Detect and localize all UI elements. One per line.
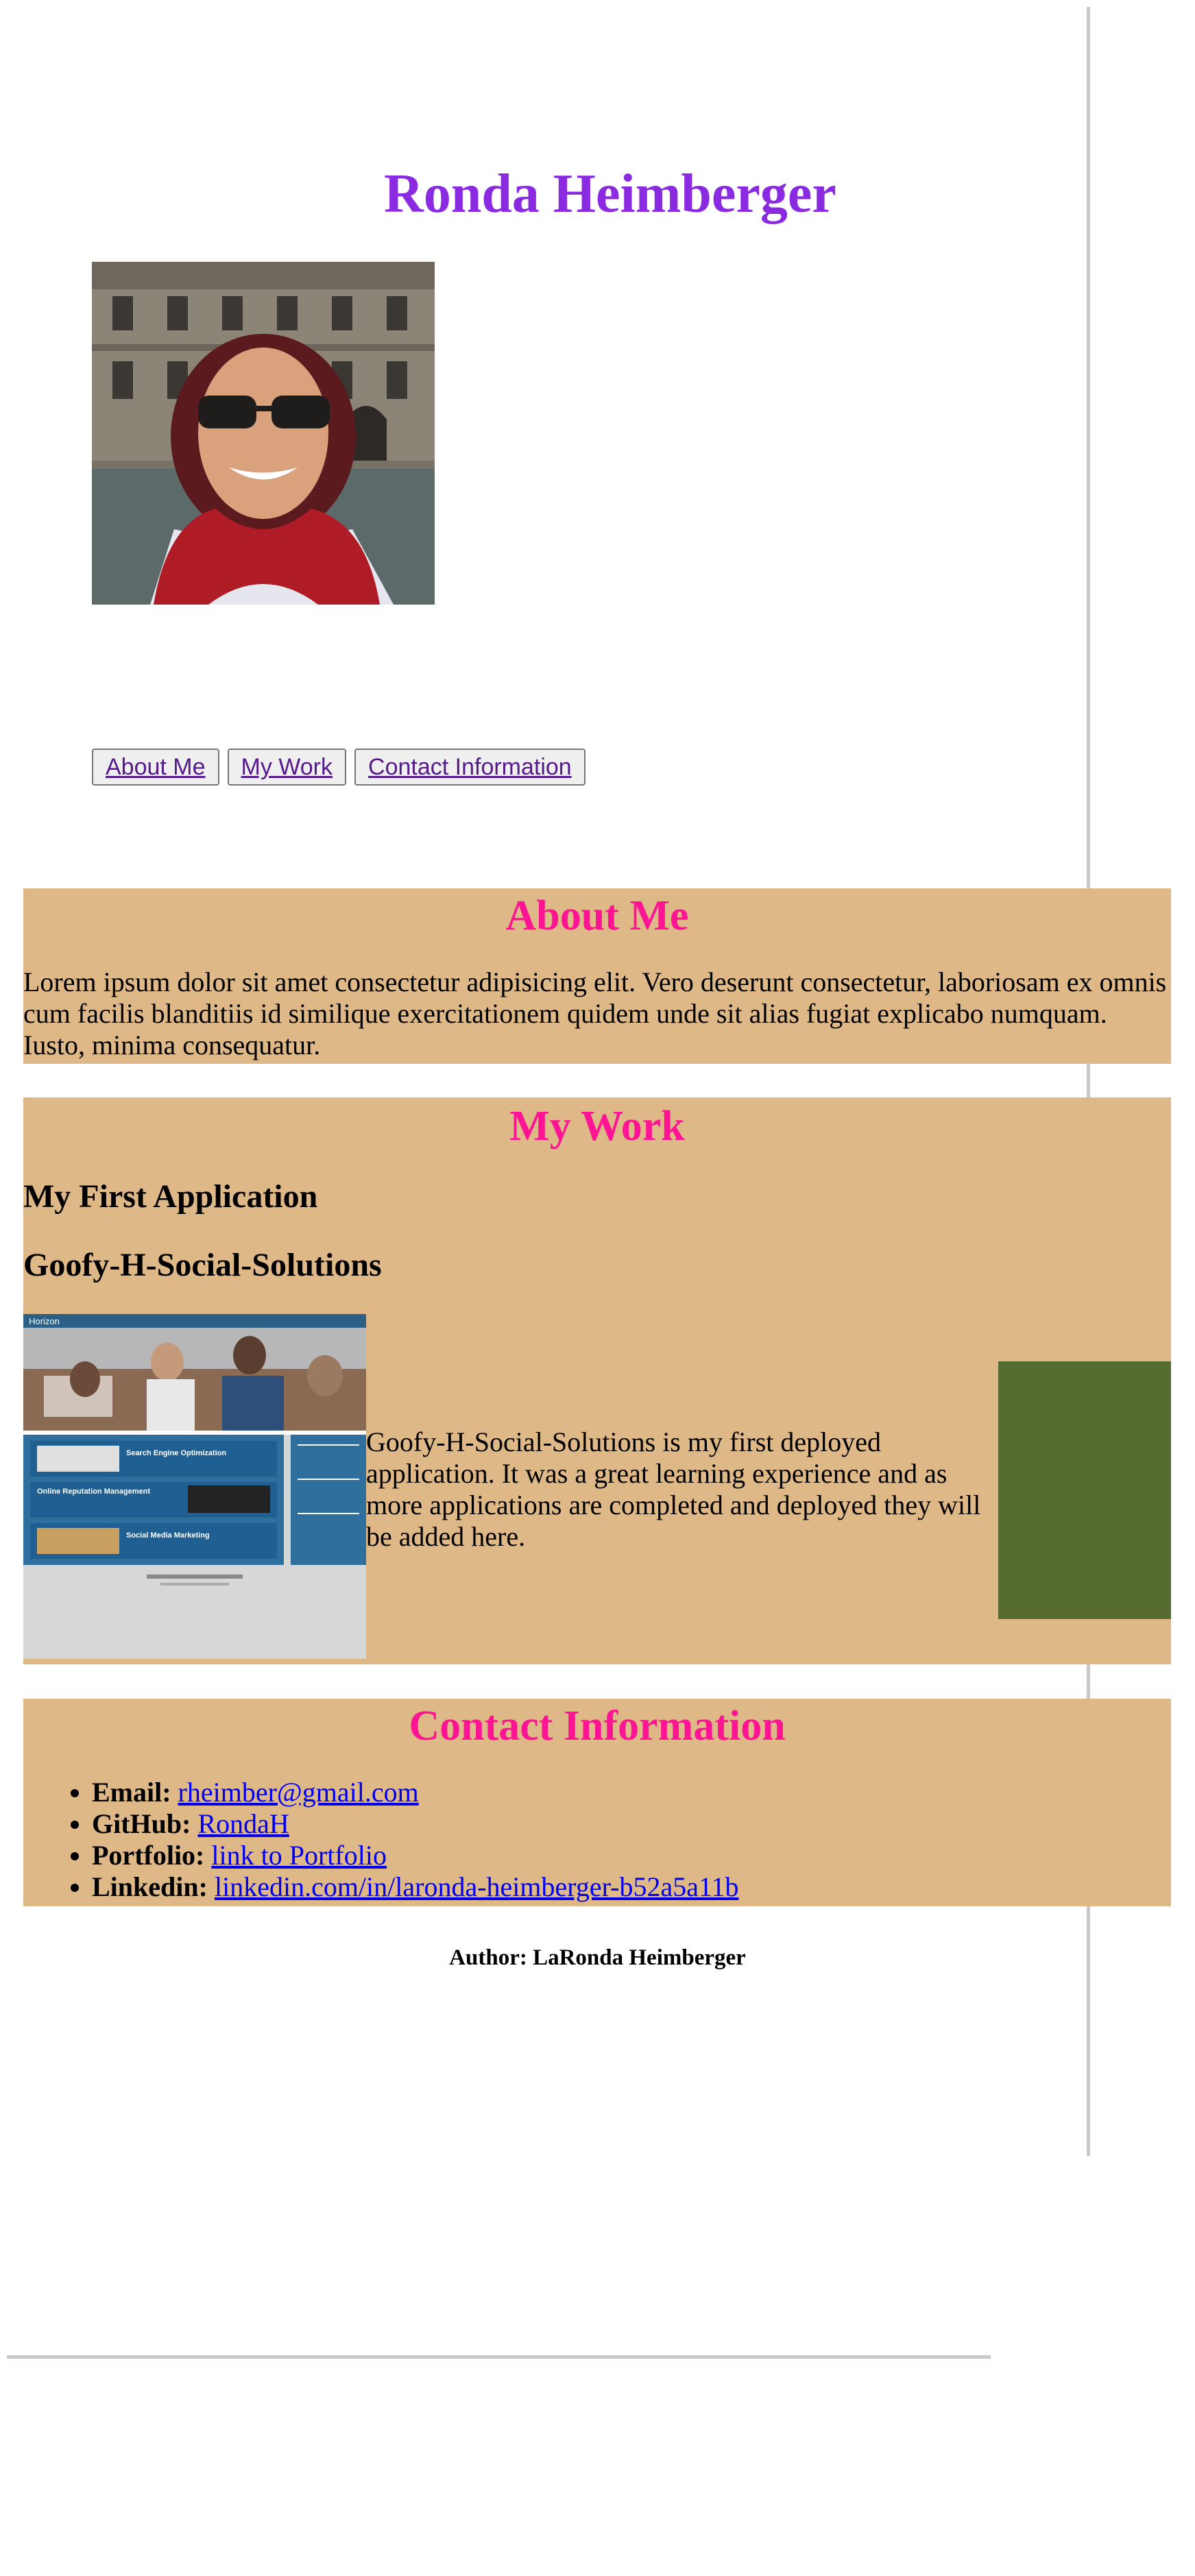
portfolio-label: Portfolio:	[92, 1840, 205, 1871]
work-section: My Work My First Application Goofy-H-Soc…	[23, 1097, 1171, 1664]
contact-item-portfolio: Portfolio: link to Portfolio	[92, 1840, 738, 1871]
contact-title: Contact Information	[409, 1703, 786, 1749]
about-section: About Me Lorem ipsum dolor sit amet cons…	[23, 888, 1171, 1064]
horizontal-scrollbar[interactable]	[7, 2355, 991, 2359]
tile-smm: Social Media Marketing	[126, 1531, 210, 1540]
nav-about-me-button[interactable]: About Me	[92, 749, 219, 786]
nav-my-work-button[interactable]: My Work	[227, 749, 347, 786]
application-name-heading: Goofy-H-Social-Solutions	[23, 1247, 382, 1283]
contact-section: Contact Information Email: rheimber@gmai…	[23, 1699, 1171, 1906]
linkedin-label: Linkedin:	[92, 1871, 208, 1902]
decorative-green-box	[998, 1361, 1171, 1619]
portfolio-link[interactable]: link to Portfolio	[211, 1840, 387, 1871]
app-screenshot: Horizon Search Engine Optimization Onlin…	[23, 1314, 366, 1659]
github-label: GitHub:	[92, 1808, 191, 1839]
about-title: About Me	[505, 892, 689, 939]
about-text: Lorem ipsum dolor sit amet consectetur a…	[23, 967, 1167, 1060]
contact-item-email: Email: rheimber@gmail.com	[92, 1777, 738, 1808]
footer-author: Author: LaRonda Heimberger	[449, 1945, 746, 1970]
app-screenshot-image: Horizon Search Engine Optimization Onlin…	[23, 1314, 366, 1659]
tile-seo: Search Engine Optimization	[126, 1449, 226, 1457]
first-application-heading: My First Application	[23, 1178, 318, 1215]
nav-contact-information-button[interactable]: Contact Information	[354, 749, 586, 786]
contact-item-linkedin: Linkedin: linkedin.com/in/laronda-heimbe…	[92, 1871, 738, 1903]
main-nav: About Me My Work Contact Information	[92, 749, 586, 786]
github-link[interactable]: RondaH	[197, 1808, 289, 1839]
tile-orm: Online Reputation Management	[37, 1487, 150, 1496]
contact-item-github: GitHub: RondaH	[92, 1808, 738, 1840]
email-label: Email:	[92, 1777, 171, 1808]
portrait-photo	[92, 262, 435, 605]
portrait-image	[92, 262, 435, 605]
contact-list: Email: rheimber@gmail.com GitHub: RondaH…	[23, 1777, 738, 1903]
work-title: My Work	[509, 1103, 685, 1150]
screenshot-brand: Horizon	[29, 1316, 60, 1326]
site-title: Ronda Heimberger	[384, 164, 836, 224]
app-description: Goofy-H-Social-Solutions is my first dep…	[366, 1426, 981, 1552]
email-link[interactable]: rheimber@gmail.com	[178, 1777, 419, 1808]
linkedin-link[interactable]: linkedin.com/in/laronda-heimberger-b52a5…	[215, 1871, 739, 1902]
